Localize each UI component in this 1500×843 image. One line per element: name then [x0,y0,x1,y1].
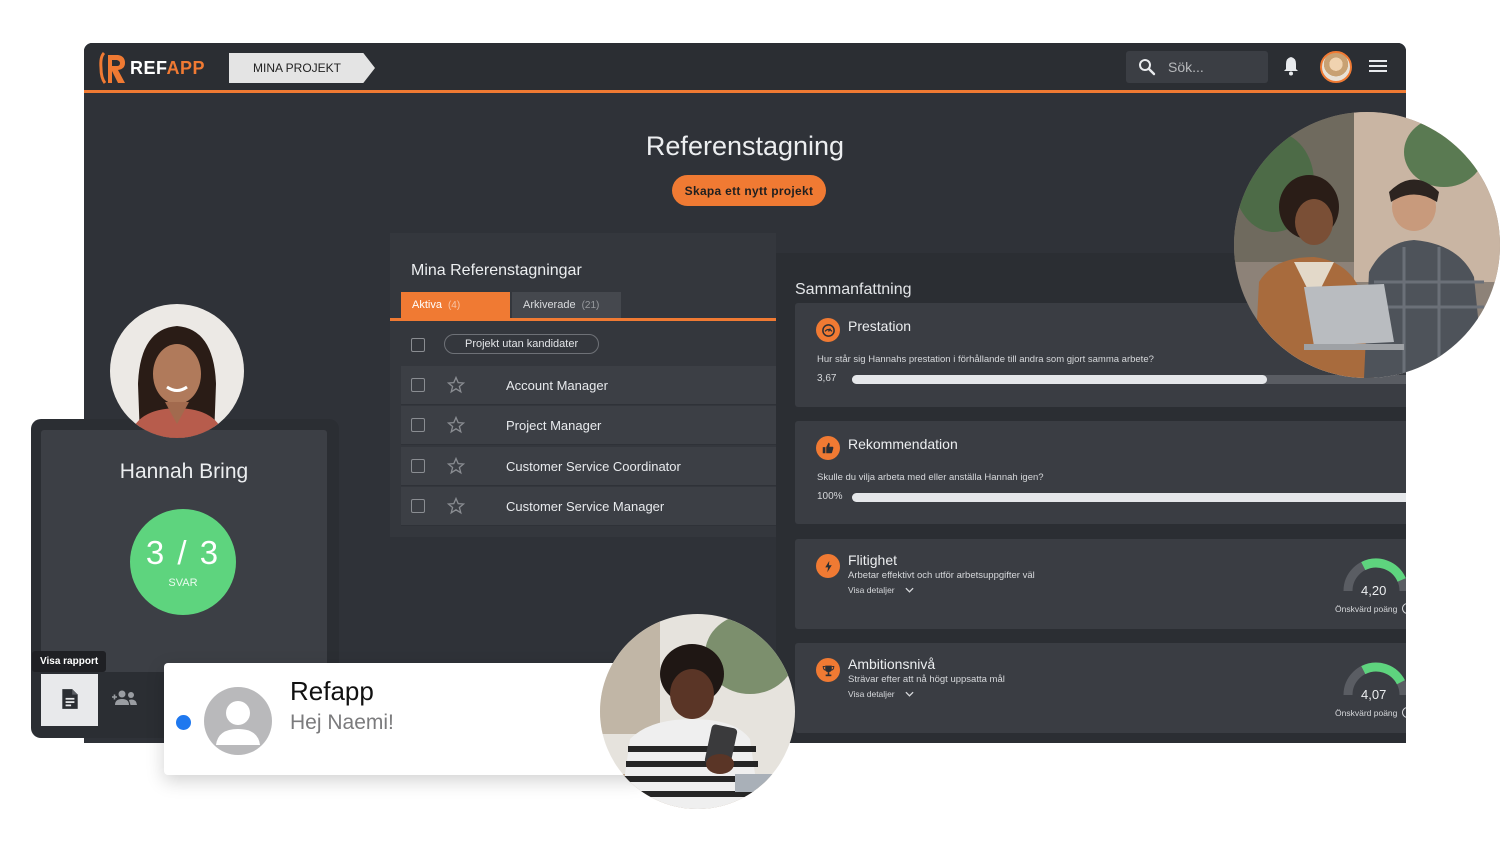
card-question: Hur står sig Hannahs prestation i förhål… [817,354,1154,365]
card-question: Skulle du vilja arbeta med eller anställ… [817,472,1044,483]
show-details-link[interactable]: Visa detaljer [848,585,914,595]
progress-fill [852,493,1406,502]
view-report-button[interactable] [41,674,98,726]
search-icon [1139,59,1156,76]
logo-text: REFAPP [130,57,206,78]
candidate-card[interactable]: Hannah Bring 3 / 3 SVAR [41,430,327,672]
gauge-caption: Önskvärd poäng ? [1335,603,1406,614]
show-details-link[interactable]: Visa detaljer [848,689,914,699]
breadcrumb[interactable]: MINA PROJEKT [229,53,375,83]
project-name: Project Manager [506,418,602,433]
project-name: Customer Service Manager [506,499,665,514]
details-label: Visa detaljer [848,585,895,595]
tab-active[interactable]: Aktiva (4) [401,292,510,318]
photo-colleagues [1234,112,1500,378]
page-title: Referenstagning [645,131,845,161]
gauge-score: 4,20 [1361,583,1387,598]
trophy-icon [816,658,840,682]
summary-card-ambitionsniva: Ambitionsnivå Strävar efter att nå högt … [795,643,1406,733]
response-score: 3 / 3 [145,534,221,571]
tooltip-view-report: Visa rapport [32,651,107,672]
user-avatar[interactable] [1320,51,1352,83]
default-avatar-icon [204,687,272,755]
gauge-caption-text: Önskvärd poäng [1335,603,1398,614]
row-checkbox[interactable] [411,499,425,513]
card-subtitle: Arbetar effektivt och utför arbetsuppgif… [848,570,1035,581]
notification-title: Refapp [290,676,374,706]
logo-mark-icon [99,51,125,84]
chevron-down-icon [905,587,914,593]
summary-card-rekommendation: Rekommendation Skulle du vilja arbeta me… [795,421,1406,524]
help-icon[interactable]: ? [1402,707,1406,718]
star-icon[interactable] [447,457,465,475]
project-row[interactable]: Account Manager [401,366,776,405]
card-value: 100% [817,491,843,502]
hamburger-menu-icon[interactable] [1369,58,1387,74]
card-title: Prestation [848,318,912,334]
details-label: Visa detaljer [848,689,895,699]
project-row[interactable]: Customer Service Manager [401,487,776,526]
references-button[interactable] [108,684,144,714]
summary-card-flitighet: Flitighet Arbetar effektivt och utför ar… [795,539,1406,629]
phone-user-illustration [600,614,795,809]
card-title: Rekommendation [848,436,958,452]
progress-fill [852,375,1268,384]
project-row[interactable]: Customer Service Coordinator [401,447,776,486]
lightning-icon [816,554,840,578]
progress-track [852,375,1406,384]
response-score-circle: 3 / 3 SVAR [130,509,236,615]
document-icon [61,688,78,709]
photo-candidate [110,304,244,438]
bell-icon[interactable] [1282,56,1300,76]
response-score-label: SVAR [168,577,198,589]
thumbs-up-icon [816,436,840,460]
refapp-logo[interactable]: REFAPP [98,51,205,85]
tab-count: (4) [447,300,461,311]
project-row[interactable]: Project Manager [401,406,776,445]
push-notification[interactable]: Refapp Hej Naemi! [164,663,644,775]
gauge-caption-text: Önskvärd poäng [1335,707,1398,718]
project-list-panel: Mina Referenstagningar Aktiva (4) Arkiver… [390,233,776,537]
search-box[interactable] [1126,51,1268,83]
help-icon[interactable]: ? [1402,603,1406,614]
row-checkbox[interactable] [411,418,425,432]
card-value: 3,67 [817,373,837,384]
chevron-down-icon [905,691,914,697]
filter-row: Projekt utan kandidater [401,333,776,359]
filter-chip[interactable]: Projekt utan kandidater [444,334,600,354]
performance-icon [816,318,840,342]
star-icon[interactable] [447,376,465,394]
unread-dot [176,715,191,730]
new-project-button[interactable]: Skapa ett nytt projekt [672,175,826,206]
notification-message: Hej Naemi! [290,711,394,734]
search-input[interactable] [1168,51,1264,83]
tab-label: Aktiva [412,299,442,311]
star-icon[interactable] [447,416,465,434]
colleagues-illustration [1234,112,1500,378]
card-title: Ambitionsnivå [848,656,936,672]
people-icon [112,690,137,705]
row-checkbox[interactable] [411,378,425,392]
gauge-score: 4,07 [1361,687,1387,702]
list-title: Mina Referenstagningar [411,262,582,279]
tab-label: Arkiverade [523,299,576,311]
row-checkbox[interactable] [411,459,425,473]
tab-underline [390,318,776,321]
progress-track [852,493,1406,502]
project-name: Customer Service Coordinator [506,459,681,474]
summary-title: Sammanfattning [795,281,912,298]
tab-archived[interactable]: Arkiverade (21) [512,292,621,318]
card-subtitle: Strävar efter att nå högt uppsatta mål [848,674,1005,685]
select-all-checkbox[interactable] [411,338,425,352]
top-bar: REFAPP MINA PROJEKT [84,43,1406,93]
gauge-caption: Önskvärd poäng ? [1335,707,1406,718]
photo-phone-user [600,614,795,809]
candidate-name: Hannah Bring [119,460,249,483]
star-icon[interactable] [447,497,465,515]
project-name: Account Manager [506,378,608,393]
card-title: Flitighet [848,552,898,568]
candidate-portrait [110,304,244,438]
tab-count: (21) [581,300,600,311]
